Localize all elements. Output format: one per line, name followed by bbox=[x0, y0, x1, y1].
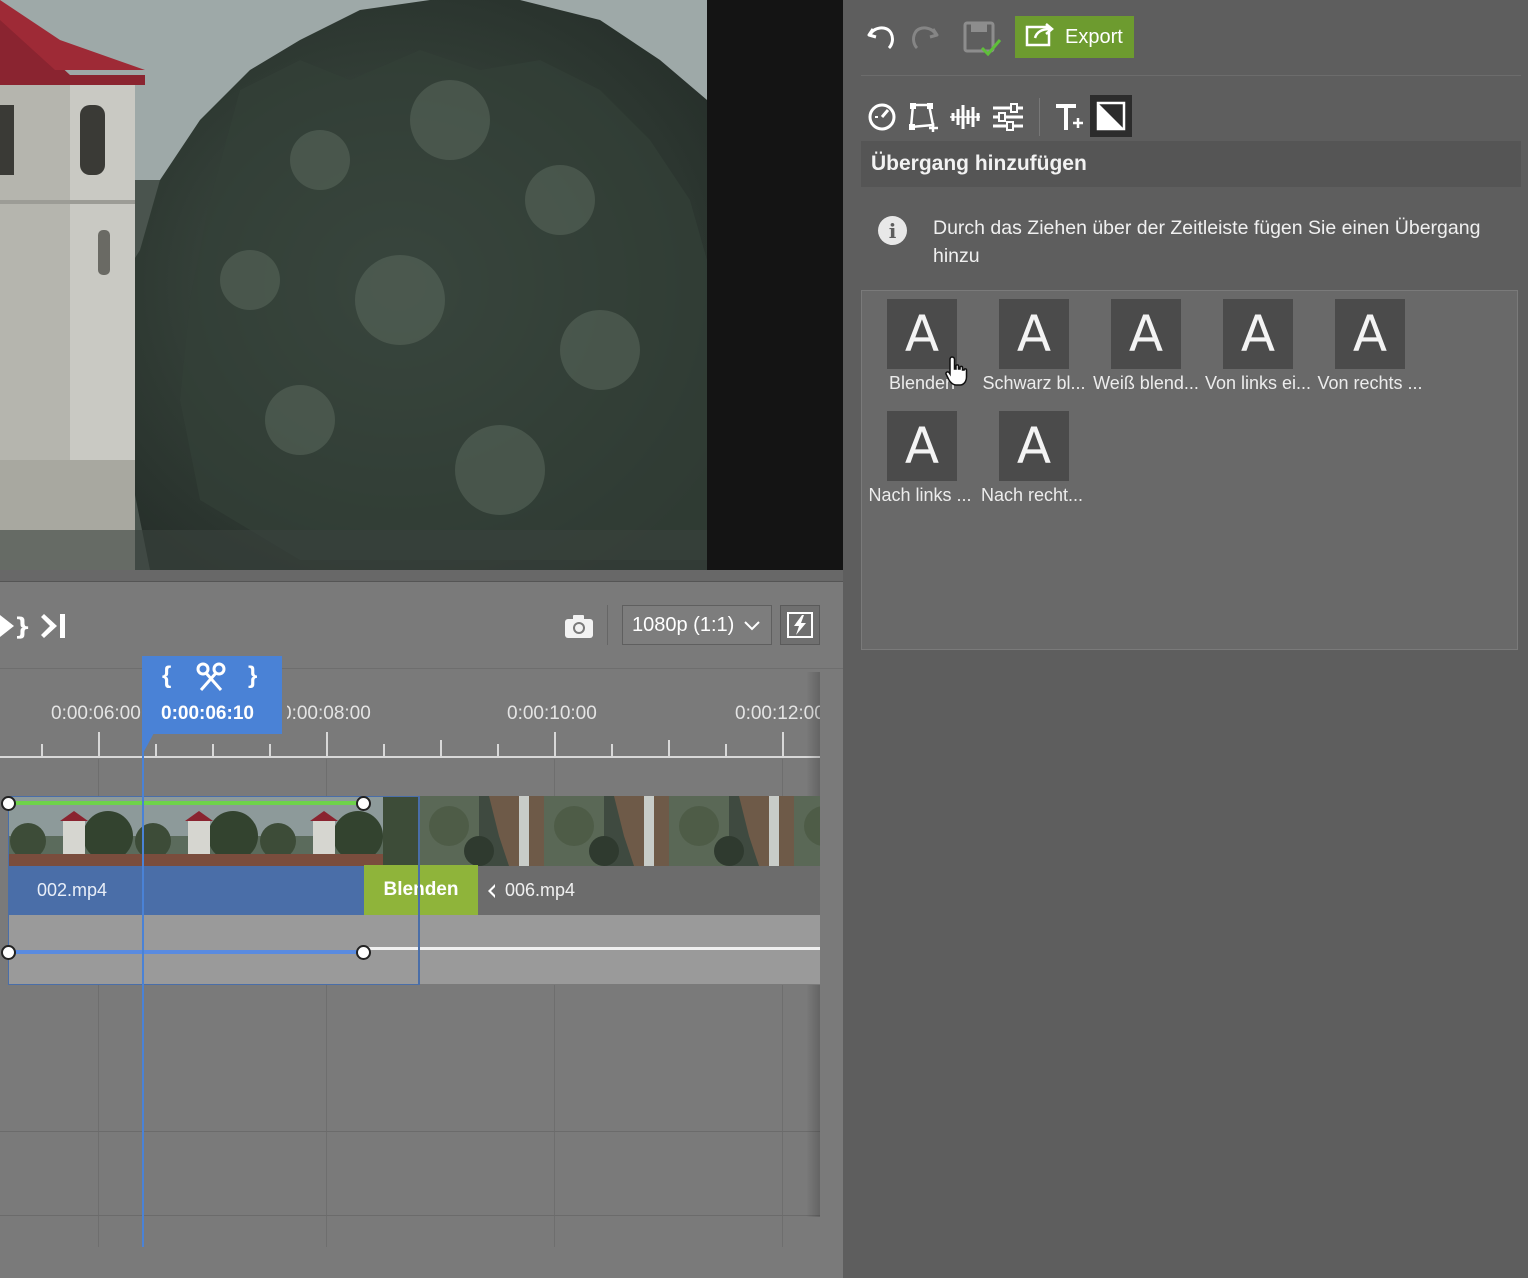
transition-label[interactable]: Nach recht... bbox=[976, 485, 1088, 506]
speed-icon[interactable] bbox=[865, 100, 899, 134]
clip-006-thumbnails[interactable] bbox=[419, 796, 820, 866]
redo-icon[interactable] bbox=[908, 20, 942, 54]
track-separator bbox=[0, 1215, 820, 1216]
panel-title-text: Übergang hinzufügen bbox=[871, 152, 1087, 175]
resolution-select[interactable]: 1080p (1:1) bbox=[622, 605, 772, 645]
timeline-scroll-gutter bbox=[820, 672, 843, 1217]
clip-006-label[interactable]: 006.mp4 bbox=[478, 866, 820, 915]
chevron-left-icon bbox=[487, 883, 497, 904]
export-icon bbox=[1025, 21, 1055, 53]
ruler-tick-major bbox=[782, 732, 784, 756]
ruler-tick-major bbox=[98, 732, 100, 756]
info-text: Durch das Ziehen über der Zeitleiste füg… bbox=[933, 217, 1481, 267]
transition-label[interactable]: Von rechts ... bbox=[1314, 373, 1426, 394]
transition-glyph: A bbox=[1352, 305, 1388, 363]
preview-timeline-divider[interactable] bbox=[0, 570, 843, 582]
ruler-tick-major bbox=[326, 732, 328, 756]
svg-text:}: } bbox=[14, 613, 30, 641]
video-preview bbox=[0, 0, 843, 570]
transition-tag-label: Blenden bbox=[383, 879, 459, 900]
tick-label: 0:00:10:00 bbox=[507, 703, 597, 724]
transition-thumb-von-links[interactable]: A bbox=[1223, 299, 1293, 369]
volume-line-clip-006[interactable] bbox=[364, 947, 820, 950]
transition-thumb-nach-rechts[interactable]: A bbox=[999, 411, 1069, 481]
opacity-line[interactable] bbox=[10, 801, 364, 805]
transition-glyph: A bbox=[1016, 417, 1052, 475]
transition-label[interactable]: Schwarz bl... bbox=[978, 373, 1090, 394]
undo-icon[interactable] bbox=[864, 20, 898, 54]
ruler-tick-minor bbox=[269, 744, 271, 756]
transition-glyph: A bbox=[1128, 305, 1164, 363]
export-button[interactable]: Export bbox=[1015, 16, 1134, 58]
tick-label: 0:00:06:00 bbox=[51, 703, 141, 724]
clip-boundary bbox=[418, 796, 420, 985]
transition-thumb-von-rechts[interactable]: A bbox=[1335, 299, 1405, 369]
transition-glyph: A bbox=[904, 417, 940, 475]
tick-label: 0:00:08:00 bbox=[281, 703, 371, 724]
clip-002-name: 002.mp4 bbox=[37, 880, 108, 900]
info-icon: i bbox=[878, 216, 907, 245]
ruler-baseline bbox=[0, 756, 820, 758]
volume-fade-in-handle[interactable] bbox=[1, 945, 16, 960]
transitions-gallery bbox=[861, 290, 1518, 650]
chevron-down-icon bbox=[743, 615, 761, 641]
clip-002-label[interactable]: 002.mp4 bbox=[8, 866, 364, 915]
volume-fade-out-handle[interactable] bbox=[356, 945, 371, 960]
ruler-tick-minor bbox=[668, 740, 670, 756]
camera-icon[interactable] bbox=[563, 611, 595, 641]
text-icon[interactable] bbox=[1052, 100, 1086, 134]
volume-line[interactable] bbox=[10, 950, 364, 954]
transition-label[interactable]: Weiß blend... bbox=[1090, 373, 1202, 394]
track-separator bbox=[0, 1131, 820, 1132]
toolbar-divider bbox=[861, 75, 1521, 76]
transition-glyph: A bbox=[904, 305, 940, 363]
cut-icon[interactable] bbox=[196, 662, 226, 699]
adjustments-icon[interactable] bbox=[990, 100, 1026, 134]
playhead-line[interactable] bbox=[142, 735, 144, 1247]
ruler-tick-minor bbox=[212, 744, 214, 756]
export-label: Export bbox=[1065, 25, 1123, 48]
ruler-tick-major bbox=[554, 732, 556, 756]
transition-label[interactable]: Von links ei... bbox=[1202, 373, 1314, 394]
hand-cursor-icon bbox=[944, 355, 970, 387]
transition-glyph: A bbox=[1240, 305, 1276, 363]
ruler-tick-minor bbox=[725, 744, 727, 756]
ruler-tick-minor bbox=[440, 740, 442, 756]
tool-divider bbox=[1039, 98, 1040, 136]
fade-in-handle[interactable] bbox=[1, 796, 16, 811]
transition-tag[interactable]: Blenden bbox=[364, 865, 478, 915]
ruler-tick-minor bbox=[611, 744, 613, 756]
preview-frame bbox=[0, 0, 707, 570]
transition-thumb-nach-links[interactable]: A bbox=[887, 411, 957, 481]
ruler-tick-minor bbox=[497, 744, 499, 756]
transition-tab-icon[interactable] bbox=[1090, 95, 1132, 137]
mark-in-icon[interactable]: { bbox=[162, 662, 171, 690]
ruler-tick-minor bbox=[155, 744, 157, 756]
mark-out-icon[interactable]: } bbox=[248, 662, 257, 690]
transition-label[interactable]: Nach links ... bbox=[864, 485, 976, 506]
play-to-out-icon[interactable]: } bbox=[0, 611, 30, 641]
fade-out-handle[interactable] bbox=[356, 796, 371, 811]
audio-waveform-icon[interactable] bbox=[948, 100, 982, 134]
toolbar-divider bbox=[607, 605, 608, 645]
skip-to-end-icon[interactable] bbox=[40, 611, 70, 641]
playhead-pointer bbox=[142, 733, 154, 755]
render-preview-icon[interactable] bbox=[780, 605, 820, 645]
transform-icon[interactable] bbox=[906, 100, 940, 134]
ruler-tick-minor bbox=[383, 744, 385, 756]
ruler-tick-minor bbox=[41, 744, 43, 756]
clip-006-name: 006.mp4 bbox=[505, 880, 576, 900]
panel-title: Übergang hinzufügen bbox=[861, 141, 1521, 187]
playhead-time: 0:00:06:10 bbox=[161, 703, 254, 724]
transition-glyph: A bbox=[1016, 305, 1052, 363]
transition-thumb-schwarz[interactable]: A bbox=[999, 299, 1069, 369]
transition-thumb-weiss[interactable]: A bbox=[1111, 299, 1181, 369]
resolution-value: 1080p (1:1) bbox=[632, 613, 735, 636]
save-icon[interactable] bbox=[962, 20, 1002, 58]
